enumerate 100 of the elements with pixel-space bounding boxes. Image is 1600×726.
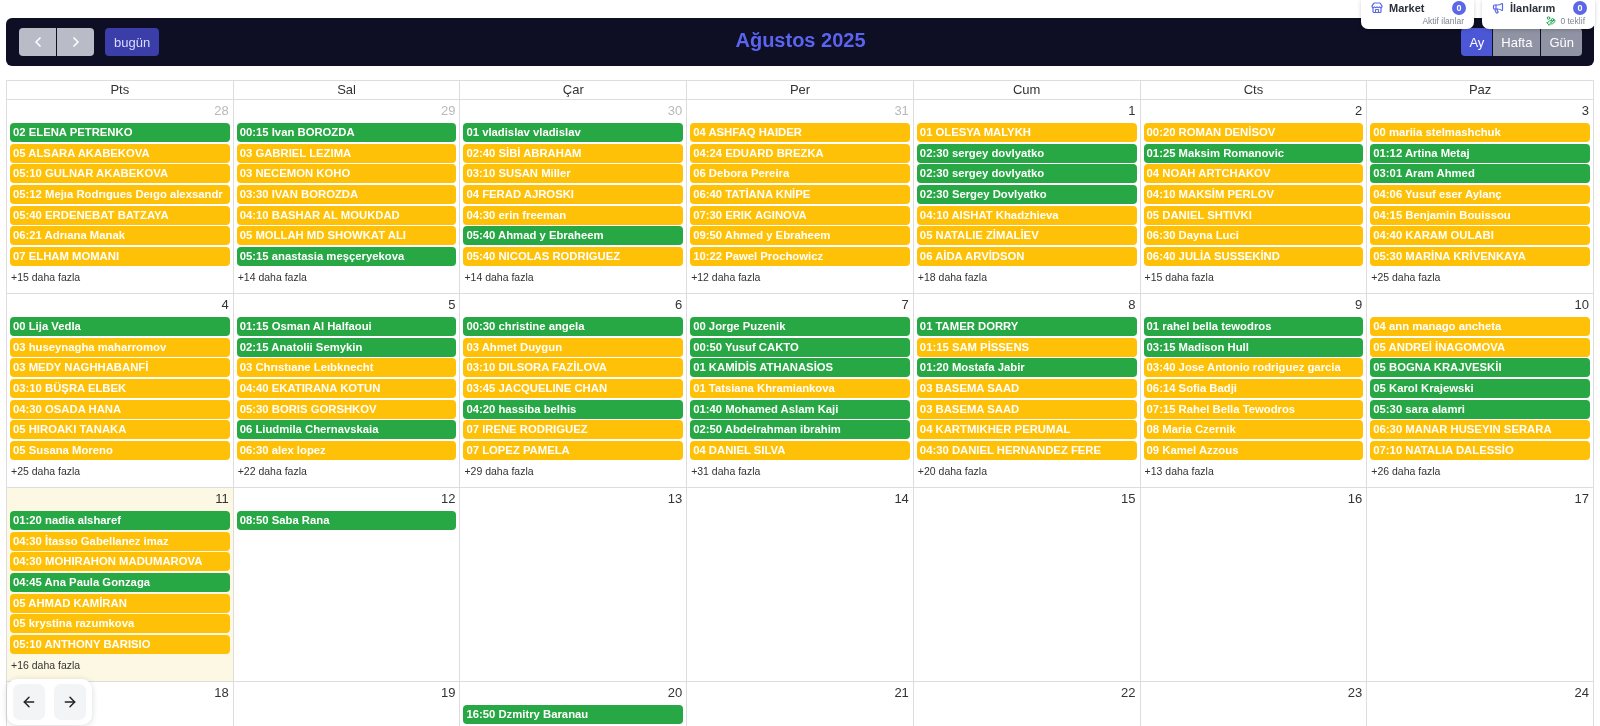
more-link[interactable]: +14 daha fazla [237,269,307,284]
calendar-event[interactable]: 01:40 Mohamed Aslam Kaji [690,399,910,419]
calendar-event[interactable]: 04:15 Benjamin Bouissou [1370,205,1590,225]
market-card[interactable]: Market 0 Aktif ilanlar [1361,0,1474,29]
more-link[interactable]: +25 daha fazla [11,463,81,478]
calendar-event[interactable]: 03:10 SUSAN Miller [463,164,684,184]
more-link[interactable]: +18 daha fazla [917,269,988,284]
calendar-event[interactable]: 04:10 AISHAT Khadzhieva [916,205,1137,225]
more-link[interactable]: +13 daha fazla [1144,463,1214,478]
calendar-event[interactable]: 05:10 ANTHONY BARISIO [10,635,230,655]
more-link[interactable]: +26 daha fazla [1371,463,1441,478]
forward-button[interactable] [54,684,86,720]
calendar-event[interactable]: 04:20 hassiba belhis [463,399,684,419]
calendar-event[interactable]: 04 KARTMIKHER PERUMAL [916,420,1137,440]
calendar-event[interactable]: 00:50 Yusuf CAKTO [690,337,910,357]
calendar-event[interactable]: 04 DANIEL SILVA [690,441,910,461]
calendar-event[interactable]: 01:15 Osman Al Halfaoui [236,317,457,336]
calendar-event[interactable]: 02:15 Anatolii Semykin [236,337,457,357]
more-link[interactable]: +15 daha fazla [1144,269,1214,284]
calendar-event[interactable]: 05 Karol Krajewski [1370,379,1590,399]
calendar-event[interactable]: 02:30 sergey dovlyatko [916,143,1137,163]
calendar-event[interactable]: 00 mariia stelmashchuk [1370,123,1590,142]
calendar-event[interactable]: 02:50 Abdelrahman ibrahim [690,420,910,440]
calendar-event[interactable]: 03:15 Madison Hull [1143,337,1364,357]
calendar-event[interactable]: 01 vladislav vladislav [463,123,684,142]
more-link[interactable]: +15 daha fazla [11,269,81,284]
calendar-event[interactable]: 04 ann manago ancheta [1370,317,1590,336]
calendar-event[interactable]: 04 NOAH ARTCHAKOV [1143,164,1364,184]
calendar-event[interactable]: 02:30 Sergey Dovlyatko [916,185,1137,205]
calendar-event[interactable]: 03:40 Jose Antonio rodriguez garcia [1143,358,1364,378]
calendar-event[interactable]: 04 ASHFAQ HAIDER [690,123,910,142]
calendar-event[interactable]: 03 BASEMA SAAD [916,379,1137,399]
more-link[interactable]: +25 daha fazla [1371,269,1441,284]
calendar-event[interactable]: 02 ELENA PETRENKO [10,123,230,142]
calendar-event[interactable]: 06:40 TATİANA KNİPE [690,185,910,205]
calendar-event[interactable]: 06 AİDA ARVİDSON [916,247,1137,267]
calendar-event[interactable]: 01:25 Maksim Romanovic [1143,143,1364,163]
calendar-event[interactable]: 01 Tatsiana Khramiankova [690,379,910,399]
calendar-event[interactable]: 03 huseynagha maharromov [10,337,230,357]
calendar-event[interactable]: 09:50 Ahmed y Ebraheem [690,226,910,246]
calendar-event[interactable]: 05 MOLLAH MD SHOWKAT ALI [236,226,457,246]
calendar-event[interactable]: 08 Maria Czernik [1143,420,1364,440]
calendar-event[interactable]: 06:14 Sofia Badji [1143,379,1364,399]
more-link[interactable]: +20 daha fazla [917,463,988,478]
calendar-event[interactable]: 03 GABRIEL LEZIMA [236,143,457,163]
more-link[interactable]: +22 daha fazla [237,463,307,478]
calendar-event[interactable]: 06:30 MANAR HUSEYIN SERARA [1370,420,1590,440]
calendar-event[interactable]: 05:15 anastasia meşçeryekova [236,247,457,267]
calendar-event[interactable]: 04:10 MAKSİM PERLOV [1143,185,1364,205]
calendar-event[interactable]: 05 HIROAKI TANAKA [10,420,230,440]
calendar-event[interactable]: 01:20 nadia alsharef [10,511,230,530]
calendar-event[interactable]: 09 Kamel Azzous [1143,441,1364,461]
calendar-event[interactable]: 03:10 DILSORA FAZİLOVA [463,358,684,378]
calendar-event[interactable]: 07:30 ERIK AGINOVA [690,205,910,225]
today-button[interactable]: bugün [105,28,160,56]
calendar-event[interactable]: 04:45 Ana Paula Gonzaga [10,573,230,593]
calendar-event[interactable]: 05 AHMAD KAMİRAN [10,593,230,613]
listings-card[interactable]: İlanlarım 0 0 teklif [1482,0,1595,29]
calendar-event[interactable]: 05 BOGNA KRAJVESKİI [1370,358,1590,378]
calendar-event[interactable]: 03 NECEMON KOHO [236,164,457,184]
calendar-event[interactable]: 01:20 Mostafa Jabir [916,358,1137,378]
calendar-event[interactable]: 01:12 Artina Metaj [1370,143,1590,163]
calendar-event[interactable]: 03 BASEMA SAAD [916,399,1137,419]
calendar-event[interactable]: 06:21 Adrıana Manak [10,226,230,246]
calendar-event[interactable]: 07 IRENE RODRIGUEZ [463,420,684,440]
calendar-event[interactable]: 04:30 İtasso Gabellanez imaz [10,531,230,551]
calendar-event[interactable]: 06:30 alex lopez [236,441,457,461]
calendar-event[interactable]: 07 LOPEZ PAMELA [463,441,684,461]
calendar-event[interactable]: 01:15 SAM PİSSENS [916,337,1137,357]
calendar-event[interactable]: 04:06 Yusuf eser Aylanç [1370,185,1590,205]
calendar-event[interactable]: 05 ALSARA AKABEKOVA [10,143,230,163]
calendar-event[interactable]: 04:10 BASHAR AL MOUKDAD [236,205,457,225]
calendar-event[interactable]: 05:40 ERDENEBAT BATZAYA [10,205,230,225]
calendar-event[interactable]: 04 FERAD AJROSKI [463,185,684,205]
calendar-event[interactable]: 01 KAMİDİS ATHANASİOS [690,358,910,378]
view-button[interactable]: Hafta [1493,28,1541,56]
back-button[interactable] [13,684,45,720]
calendar-event[interactable]: 10:22 Pawel Prochowicz [690,247,910,267]
calendar-event[interactable]: 05:10 GULNAR AKABEKOVA [10,164,230,184]
calendar-event[interactable]: 06:30 Dayna Luci [1143,226,1364,246]
calendar-event[interactable]: 05 DANIEL SHTIVKI [1143,205,1364,225]
calendar-event[interactable]: 01 OLESYA MALYKH [916,123,1137,142]
calendar-event[interactable]: 05:30 BORIS GORSHKOV [236,399,457,419]
calendar-event[interactable]: 04:30 DANIEL HERNANDEZ FERE [916,441,1137,461]
calendar-event[interactable]: 07 ELHAM MOMANI [10,247,230,267]
calendar-event[interactable]: 05:40 Ahmad y Ebraheem [463,226,684,246]
calendar-event[interactable]: 00 Jorge Puzenik [690,317,910,336]
calendar-event[interactable]: 05:40 NICOLAS RODRIGUEZ [463,247,684,267]
calendar-event[interactable]: 07:10 NATALIA DALESSİO [1370,441,1590,461]
calendar-event[interactable]: 06 Liudmila Chernavskaia [236,420,457,440]
calendar-event[interactable]: 03:01 Aram Ahmed [1370,164,1590,184]
calendar-event[interactable]: 00:15 Ivan BOROZDA [236,123,457,142]
calendar-event[interactable]: 03:10 BÜŞRA ELBEK [10,379,230,399]
calendar-event[interactable]: 03 Chrıstıane Leıbknecht [236,358,457,378]
more-link[interactable]: +12 daha fazla [691,269,761,284]
calendar-event[interactable]: 01 TAMER DORRY [916,317,1137,336]
calendar-event[interactable]: 06 Debora Pereira [690,164,910,184]
calendar-event[interactable]: 04:30 OSADA HANA [10,399,230,419]
calendar-event[interactable]: 00 Lija Vedla [10,317,230,336]
view-button[interactable]: Gün [1541,28,1582,56]
